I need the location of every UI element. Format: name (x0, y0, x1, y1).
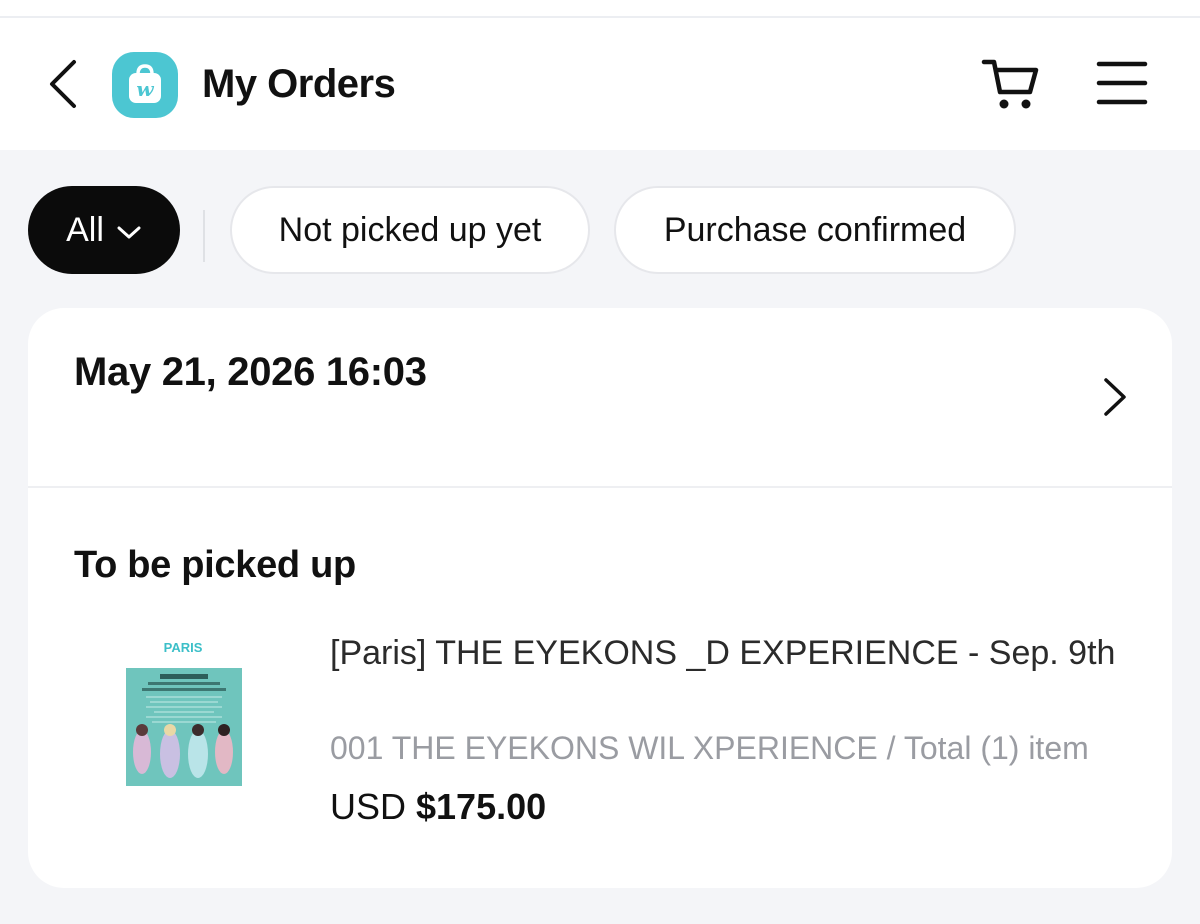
price-amount: $175.00 (416, 786, 547, 827)
shopping-bag-icon: w (129, 64, 161, 103)
cart-icon (981, 59, 1039, 109)
product-poster-image (126, 668, 242, 786)
filter-all-dropdown[interactable]: All (28, 186, 180, 274)
product-option-summary: 001 THE EYEKONS WIL XPERIENCE / Total (1… (330, 730, 1089, 766)
page-title: My Orders (202, 62, 396, 106)
order-card[interactable]: May 21, 2026 16:03 To be picked up PARIS (28, 308, 1172, 888)
app-header: w My Orders (0, 18, 1200, 150)
filter-purchase-confirmed[interactable]: Purchase confirmed (614, 186, 1016, 274)
status-bar-strip (0, 0, 1200, 18)
order-detail-button[interactable] (1098, 374, 1132, 420)
logo-letter: w (136, 77, 154, 101)
order-filter-bar: All Not picked up yet Purchase confirmed (0, 186, 1200, 274)
cart-button[interactable] (980, 56, 1044, 112)
hamburger-menu-icon (1096, 61, 1148, 105)
thumbnail-city-label: PARIS (163, 640, 203, 655)
price-row: USD $175.00 (330, 786, 546, 828)
product-thumbnail[interactable]: PARIS (124, 634, 246, 790)
filter-not-picked-up[interactable]: Not picked up yet (230, 186, 590, 274)
chevron-right-icon (1104, 378, 1126, 416)
filter-purchase-confirmed-label: Purchase confirmed (663, 210, 967, 249)
filter-all-label: All (66, 210, 104, 249)
chevron-left-icon (50, 60, 76, 108)
menu-button[interactable] (1094, 58, 1150, 108)
back-button[interactable] (42, 58, 86, 110)
app-logo[interactable]: w (112, 52, 178, 118)
order-date: May 21, 2026 16:03 (74, 350, 427, 394)
card-divider (28, 486, 1172, 488)
product-name[interactable]: [Paris] THE EYEKONS _D EXPERIENCE - Sep.… (330, 630, 1130, 676)
price-currency: USD (330, 786, 407, 827)
filter-not-picked-up-label: Not picked up yet (278, 210, 542, 249)
chevron-down-icon (116, 211, 142, 250)
filter-divider (203, 210, 205, 262)
order-status: To be picked up (74, 544, 356, 586)
